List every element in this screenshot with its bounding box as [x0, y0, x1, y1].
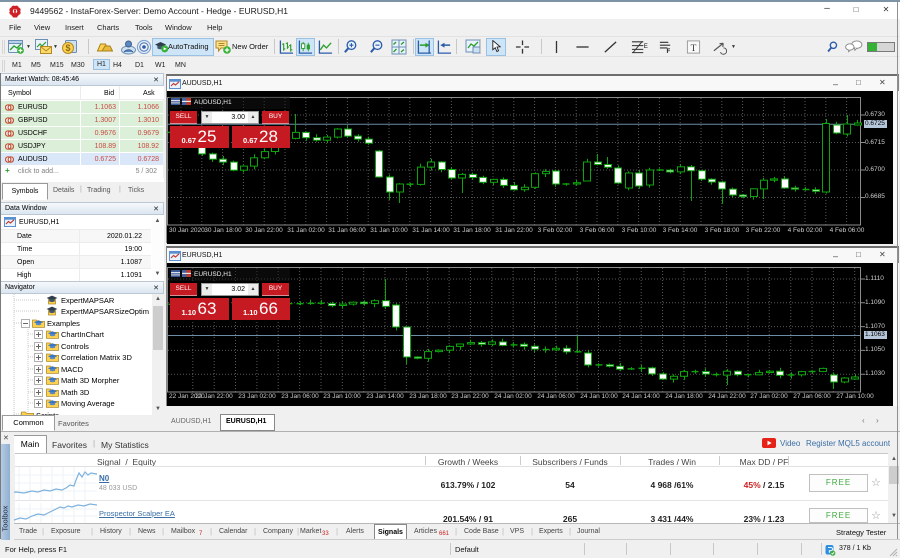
- svg-text:E: E: [644, 43, 648, 50]
- svg-text:$: $: [65, 43, 70, 53]
- svg-text:T: T: [691, 44, 697, 54]
- svg-text:F: F: [666, 48, 670, 55]
